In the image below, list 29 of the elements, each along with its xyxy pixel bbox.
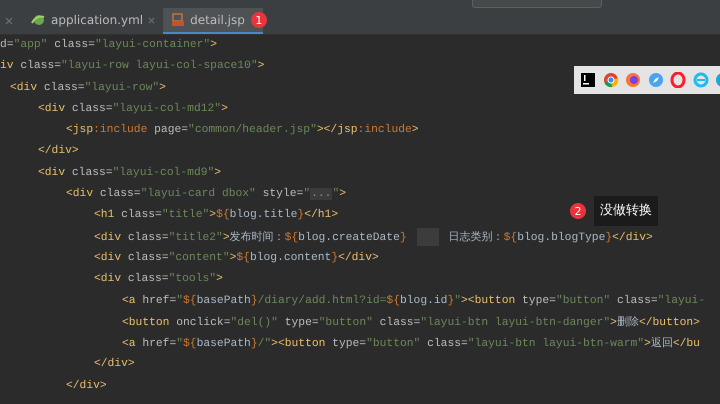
code-text: <div class="layui-col-md12"> [38,102,228,117]
tab-label: detail.jsp [190,13,245,27]
browser-icon[interactable] [580,72,596,88]
code-text: <a href="${basePath}/"><button type="button" class="layui-btn layui-btn-warm">返回</bu [122,335,700,352]
tooltip: 没做转换 [594,196,658,226]
code-text: <div class="title2">发布时间：${blog.createDate} [94,228,407,246]
number-badge: 1 [250,12,267,28]
file-tab[interactable]: application.yml [22,8,164,34]
code-text: <div class="layui-row"> [10,80,166,96]
close-icon[interactable] [148,16,156,24]
code-text: 日志类别：${blog.blogType}</div> [448,228,653,246]
code-text: iv class="layui-row layui-col-space10"> [0,58,264,74]
code-text: <a href="${basePath}/diary/add.html?id=${blog.id}"><button type="button" class="layui- [122,294,706,309]
code-text: <div class="tools"> [94,272,223,288]
code-text: <jsp:include page="common/header.jsp"></jsp:include> [66,122,419,138]
code-text: <button onclick="del()" type="button" class="layui-btn layui-btn-danger">删除</button> [122,314,700,331]
number-badge: 2 [570,203,586,219]
code-text: <div class="layui-card dbox" style="..."> [66,186,346,202]
code-text: d="app" class="layui-container"> [0,38,217,53]
code-text: <div class="layui-col-md9"> [38,166,222,181]
leaf-icon [30,13,46,27]
code-text: <div class="content">${blog.content}</div> [94,250,379,266]
code-text: </div> [94,356,135,372]
tab-label: application.yml [51,13,144,27]
code-text: </div> [66,378,107,394]
close-icon[interactable] [4,17,14,25]
jsp-file-icon [171,13,186,27]
code-text: <h1 class="title">${blog.title}</h1> [94,208,338,224]
code-text: </div> [38,144,79,160]
